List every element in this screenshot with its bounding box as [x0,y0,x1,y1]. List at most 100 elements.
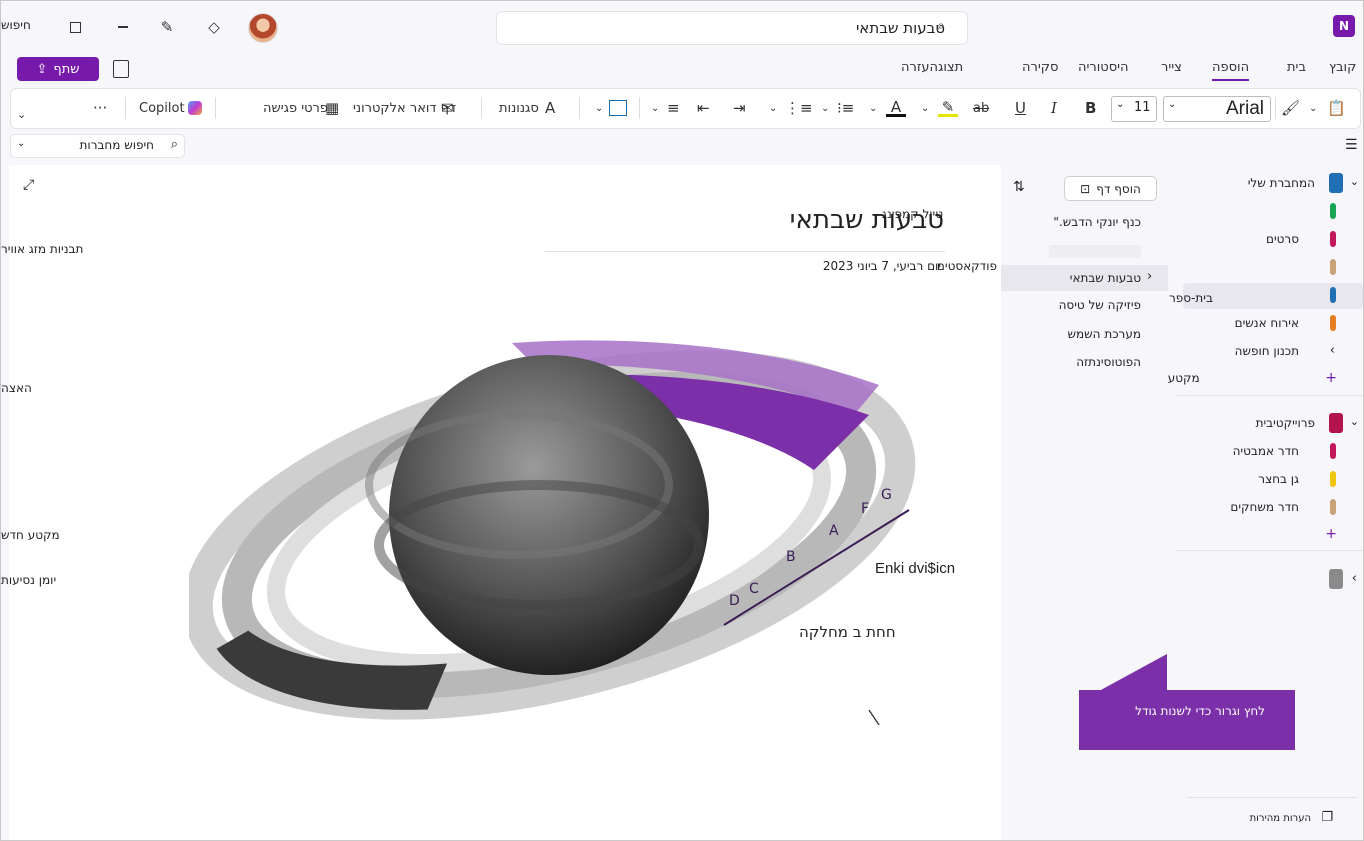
section-color [1330,231,1336,247]
section-item[interactable] [1171,199,1363,225]
paste-dropdown-chevron[interactable]: ⌄ [1309,97,1317,119]
minimize-icon [118,26,128,28]
checkbox-dropdown-chevron[interactable]: ⌄ [595,97,603,119]
chevron-right-icon: › [1351,571,1357,586]
bold-icon[interactable]: B [1085,97,1096,119]
align-dropdown-chevron[interactable]: ⌄ [651,97,659,119]
more-button[interactable]: ··· [93,97,107,119]
page-title[interactable]: טבעות שבתאי [790,205,944,235]
section-color [1330,259,1336,275]
section-item[interactable]: חדר אמבטיה [1171,439,1363,465]
page-item[interactable]: הפוטוסינתזה [1076,355,1141,369]
chevron-down-icon: ⌄ [1116,99,1125,110]
add-section-button[interactable]: + מקטע חדש [1141,367,1363,393]
section-color [1330,287,1336,303]
strikethrough-icon[interactable]: ab [973,97,989,119]
section-item[interactable]: אירוח אנשים [1171,311,1363,337]
tab-history[interactable]: היסטוריה [1078,60,1129,75]
page-title: טבעות שבתאי [1069,271,1141,285]
pen-icon: ✎ [160,18,174,36]
highlighter-icon[interactable]: ✎ [937,97,959,119]
notebook-item[interactable]: › [1171,567,1363,593]
highlight-dropdown-chevron[interactable]: ⌄ [921,97,929,119]
restore-button[interactable] [61,13,89,41]
numbered-list-icon[interactable]: ⋮≡ [785,97,813,119]
separator [579,97,580,119]
section-item[interactable]: סרטים [1171,227,1363,253]
share-icon: ⇪ [36,61,48,77]
separator [125,97,126,119]
tab-draw[interactable]: צייר [1161,60,1182,75]
calendar-icon[interactable]: ▦ [325,97,339,119]
page-item-placeholder[interactable] [1049,245,1141,258]
format-painter-icon[interactable]: 🖌 [1281,97,1300,119]
sort-pages-icon[interactable]: ⇅ [1013,179,1025,195]
page-item[interactable]: מערכת השמש [1068,327,1141,341]
annotation-arrow [868,709,880,725]
notebook-item[interactable]: ⌄ פרוייקטיבית [1171,411,1363,437]
paste-icon[interactable]: 📋 [1327,97,1346,119]
premium-button[interactable]: ◇ [200,13,228,41]
pen-button[interactable]: ✎ [153,13,181,41]
section-group-item[interactable]: › תכנון חופשה [1171,339,1363,365]
tab-insert[interactable]: הוספה [1212,60,1250,81]
font-color-icon[interactable]: A [885,97,907,119]
meeting-details-button[interactable]: פרטי פגישה [263,97,328,119]
align-right-icon[interactable]: ≡ [667,97,680,119]
font-size-select[interactable]: ⌄ 11 [1111,96,1157,122]
page-item[interactable]: פיזיקה של טיסה [1059,298,1141,312]
add-page-label: הוסף דף [1096,181,1141,196]
section-item[interactable]: חדר משחקים [1171,495,1363,521]
ring-label: G [881,487,892,503]
section-color [1330,443,1336,459]
search-input[interactable]: טבעות שבתאי ⌕ [496,11,968,45]
increase-indent-icon[interactable]: ⇥ [733,97,746,119]
ring-label: D [729,593,740,609]
notebook-item[interactable]: ⌄ המחברת שלי [1171,171,1363,197]
page-item-selected[interactable]: › טבעות שבתאי [1001,265,1168,291]
plus-icon: + [1325,370,1337,386]
section-item-selected[interactable]: בית-ספר [1169,283,1363,309]
styles-icon[interactable]: A [545,97,555,119]
quick-notes-button[interactable]: ❐ הערות מהירות [1171,808,1363,834]
todo-tag-icon[interactable] [609,97,627,119]
add-section-button[interactable]: + [1171,523,1363,549]
bulleted-list-icon[interactable]: ⁝≡ [837,97,854,119]
ribbon-collapse-icon[interactable]: ⌄ [17,103,26,125]
page-item[interactable]: כנף יונקי הדבש." [1053,215,1141,229]
expand-icon[interactable]: ⤢ [23,177,34,193]
separator [215,97,216,119]
numbering-dropdown-chevron[interactable]: ⌄ [769,97,777,119]
section-item[interactable]: גן בחצר [1171,467,1363,493]
share-button[interactable]: שתף ⇪ [17,57,99,81]
underline-icon[interactable]: U [1015,97,1026,119]
tab-home[interactable]: בית [1287,60,1306,75]
decrease-indent-icon[interactable]: ⇤ [697,97,710,119]
tab-file[interactable]: קובץ [1329,60,1356,75]
title-bar: חיפוש ✎ ◇ טבעות שבתאי ⌕ N [1,1,1363,53]
ring-label: A [829,523,839,539]
hamburger-icon[interactable]: ☰ [1345,137,1358,153]
font-size-value: 11 [1134,100,1151,115]
section-color [1330,315,1336,331]
section-item[interactable] [1171,255,1363,281]
page-canvas[interactable]: ⤢ טיול קמפינג טבעות שבתאי פודקאסטים יום … [9,165,1001,840]
clipped-text: מקטע חדש [1,528,60,542]
avatar[interactable] [248,13,278,43]
envelope-icon[interactable]: ✉ [441,97,454,119]
bullets-dropdown-chevron[interactable]: ⌄ [821,97,829,119]
italic-icon[interactable]: I [1051,97,1057,119]
minimize-button[interactable] [109,13,137,41]
copilot-icon[interactable] [185,97,205,119]
notebook-icon [1329,173,1343,193]
copilot-label[interactable]: Copilot [139,97,185,119]
font-name-select[interactable]: ⌄ Arial [1163,96,1271,122]
add-page-button[interactable]: הוסף דף ⊡ [1064,176,1157,201]
font-color-dropdown-chevron[interactable]: ⌄ [869,97,877,119]
styles-button[interactable]: סגנונות [499,97,539,119]
tab-review[interactable]: סקירה [1022,60,1058,75]
saturn-image[interactable]: B A D C F G [189,305,929,725]
notebook-search[interactable]: ⌄ חיפוש מחברות ⌕ [10,134,185,158]
notebook-view-icon[interactable] [113,60,129,78]
tab-view-help[interactable]: תצוגהעזרה [901,60,963,75]
